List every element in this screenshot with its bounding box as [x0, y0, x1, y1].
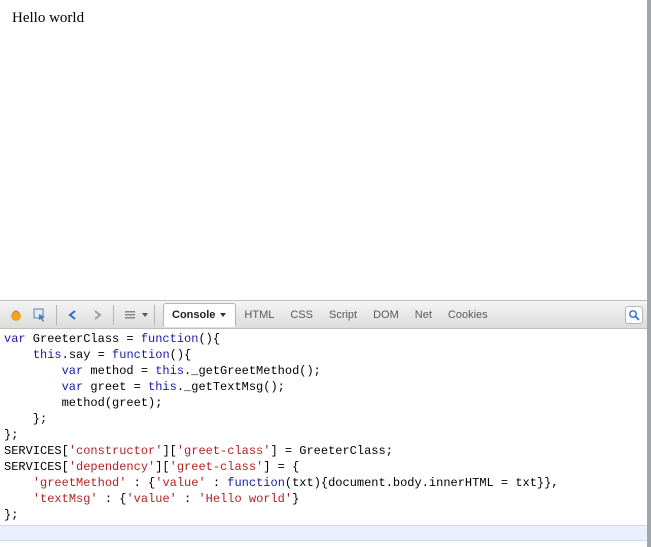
search-icon — [628, 309, 640, 321]
tab-label: CSS — [290, 309, 313, 321]
panel-menu-dropdown[interactable] — [140, 311, 150, 319]
tab-label: HTML — [244, 309, 274, 321]
firebug-panel: Console HTML CSS Script DOM — [0, 300, 647, 547]
tab-script[interactable]: Script — [321, 304, 365, 326]
code-line: method(greet); — [4, 396, 162, 410]
tab-dom[interactable]: DOM — [365, 304, 407, 326]
search-area — [625, 306, 643, 324]
code-line: }; — [4, 508, 18, 522]
tab-label: Cookies — [448, 309, 488, 321]
tab-label: DOM — [373, 309, 399, 321]
tab-net[interactable]: Net — [407, 304, 440, 326]
tab-label: Console — [172, 309, 215, 321]
panel-menu-icon[interactable] — [119, 304, 141, 326]
page-content: Hello world — [0, 0, 647, 300]
code-line: SERVICES['constructor']['greet-class'] =… — [4, 444, 393, 458]
toolbar-separator — [113, 305, 114, 325]
code-line: var greet = this._getTextMsg(); — [4, 380, 285, 394]
back-button[interactable] — [62, 304, 84, 326]
inspect-icon[interactable] — [29, 304, 51, 326]
code-line: 'greetMethod' : {'value' : function(txt)… — [4, 476, 559, 490]
firebug-icon[interactable] — [5, 304, 27, 326]
search-button[interactable] — [625, 306, 643, 324]
firebug-toolbar: Console HTML CSS Script DOM — [0, 301, 647, 329]
console-command-line[interactable] — [0, 525, 647, 541]
toolbar-separator — [154, 305, 155, 325]
page-body-text: Hello world — [12, 10, 84, 26]
console-output[interactable]: var GreeterClass = function(){ this.say … — [0, 329, 647, 547]
tab-cookies[interactable]: Cookies — [440, 304, 496, 326]
code-line: var GreeterClass = function(){ — [4, 332, 220, 346]
code-line: SERVICES['dependency']['greet-class'] = … — [4, 460, 299, 474]
forward-button[interactable] — [86, 304, 108, 326]
browser-viewport: Hello world — [0, 0, 651, 547]
code-line: this.say = function(){ — [4, 348, 191, 362]
tab-css[interactable]: CSS — [282, 304, 321, 326]
tab-label: Script — [329, 309, 357, 321]
tab-label: Net — [415, 309, 432, 321]
code-line: var method = this._getGreetMethod(); — [4, 364, 321, 378]
tab-html[interactable]: HTML — [236, 304, 282, 326]
panel-tabs: Console HTML CSS Script DOM — [163, 301, 625, 328]
code-line: }; — [4, 412, 47, 426]
code-line: 'textMsg' : {'value' : 'Hello world'} — [4, 492, 299, 506]
code-line: }; — [4, 428, 18, 442]
tab-console[interactable]: Console — [163, 303, 236, 327]
toolbar-separator — [56, 305, 57, 325]
chevron-down-icon — [219, 311, 227, 319]
